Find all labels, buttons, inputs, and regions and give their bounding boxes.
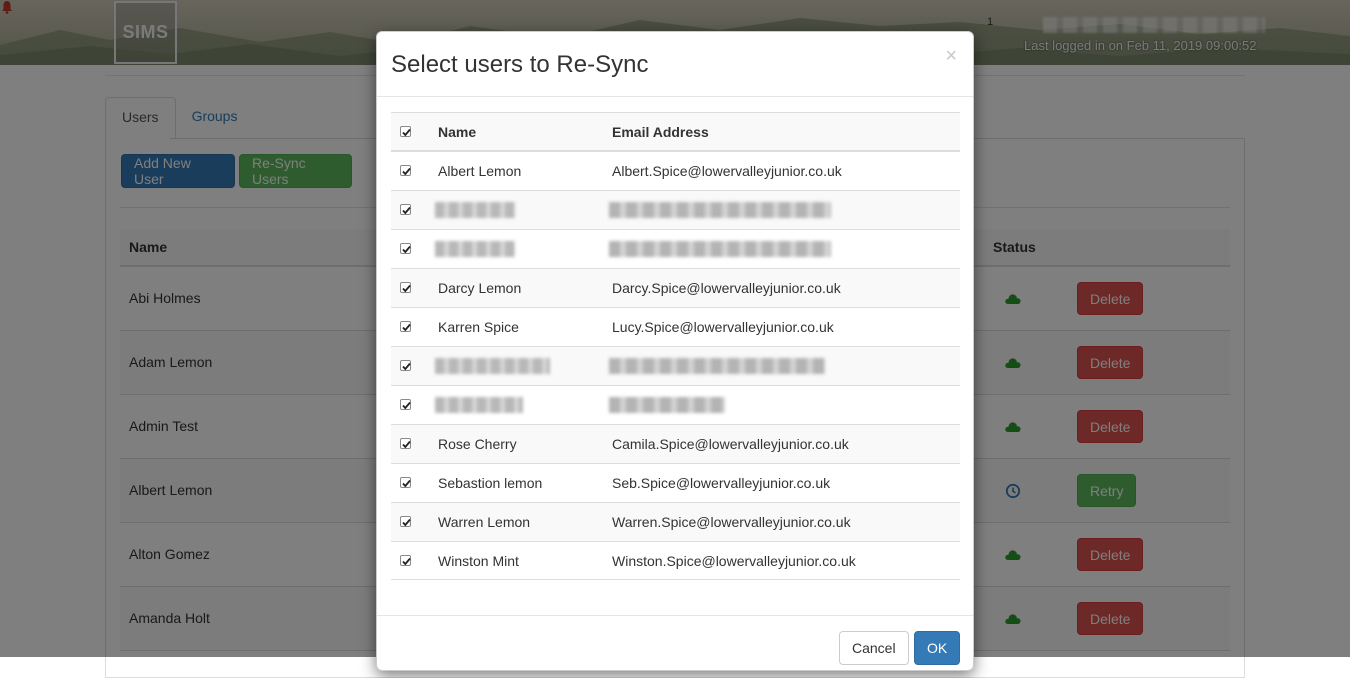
resync-table-header: Name Email Address bbox=[391, 112, 960, 151]
checkmark-icon bbox=[402, 323, 411, 332]
table-row[interactable]: Sebastion lemon Seb.Spice@lowervalleyjun… bbox=[391, 463, 960, 502]
redacted-email bbox=[609, 241, 831, 257]
row-checkbox[interactable] bbox=[400, 399, 411, 410]
checkmark-icon bbox=[402, 518, 411, 527]
modal-header: Select users to Re-Sync × bbox=[377, 32, 973, 97]
user-name: Winston Mint bbox=[438, 553, 519, 569]
checkmark-icon bbox=[402, 206, 411, 215]
redacted-name bbox=[435, 202, 515, 218]
redacted-name bbox=[435, 397, 523, 413]
row-checkbox[interactable] bbox=[400, 477, 411, 488]
checkmark-icon bbox=[402, 362, 411, 371]
resync-users-modal: Select users to Re-Sync × Name Email Add… bbox=[376, 31, 974, 671]
row-checkbox[interactable] bbox=[400, 516, 411, 527]
redacted-name bbox=[435, 358, 550, 374]
modal-title: Select users to Re-Sync bbox=[391, 51, 649, 78]
checkmark-icon bbox=[402, 440, 411, 449]
user-email: Seb.Spice@lowervalleyjunior.co.uk bbox=[612, 475, 831, 491]
close-icon[interactable]: × bbox=[945, 46, 957, 66]
checkmark-icon bbox=[402, 479, 411, 488]
row-checkbox[interactable] bbox=[400, 360, 411, 371]
user-name: Sebastion lemon bbox=[438, 475, 543, 491]
table-row[interactable]: Albert Lemon Albert.Spice@lowervalleyjun… bbox=[391, 151, 960, 190]
column-email-header: Email Address bbox=[612, 124, 709, 140]
redacted-email bbox=[609, 202, 831, 218]
table-row[interactable]: Warren Lemon Warren.Spice@lowervalleyjun… bbox=[391, 502, 960, 541]
checkmark-icon bbox=[402, 245, 411, 254]
table-row[interactable] bbox=[391, 346, 960, 385]
redacted-email bbox=[609, 397, 725, 413]
user-name: Rose Cherry bbox=[438, 436, 517, 452]
table-row[interactable]: Karren Spice Lucy.Spice@lowervalleyjunio… bbox=[391, 307, 960, 346]
cancel-button[interactable]: Cancel bbox=[839, 631, 909, 665]
row-checkbox[interactable] bbox=[400, 165, 411, 176]
user-email: Camila.Spice@lowervalleyjunior.co.uk bbox=[612, 436, 849, 452]
checkmark-icon bbox=[402, 557, 411, 566]
user-email: Warren.Spice@lowervalleyjunior.co.uk bbox=[612, 514, 851, 530]
column-name-header: Name bbox=[438, 124, 477, 140]
table-row[interactable] bbox=[391, 385, 960, 424]
row-checkbox[interactable] bbox=[400, 555, 411, 566]
table-row[interactable]: Darcy Lemon Darcy.Spice@lowervalleyjunio… bbox=[391, 268, 960, 307]
table-row[interactable] bbox=[391, 190, 960, 229]
user-email: Darcy.Spice@lowervalleyjunior.co.uk bbox=[612, 280, 841, 296]
table-row[interactable] bbox=[391, 229, 960, 268]
redacted-email bbox=[609, 358, 825, 374]
table-row[interactable]: Winston Mint Winston.Spice@lowervalleyju… bbox=[391, 541, 960, 580]
row-checkbox[interactable] bbox=[400, 282, 411, 293]
user-email: Lucy.Spice@lowervalleyjunior.co.uk bbox=[612, 319, 834, 335]
user-name: Karren Spice bbox=[438, 319, 519, 335]
modal-footer: Cancel OK bbox=[377, 615, 973, 675]
resync-users-table: Name Email Address Albert Lemon Albert.S… bbox=[391, 112, 960, 580]
ok-button[interactable]: OK bbox=[914, 631, 961, 665]
user-email: Albert.Spice@lowervalleyjunior.co.uk bbox=[612, 163, 842, 179]
user-name: Darcy Lemon bbox=[438, 280, 522, 296]
row-checkbox[interactable] bbox=[400, 321, 411, 332]
checkmark-icon bbox=[402, 167, 411, 176]
row-checkbox[interactable] bbox=[400, 438, 411, 449]
select-all-checkbox[interactable] bbox=[400, 126, 411, 137]
table-row[interactable]: Rose Cherry Camila.Spice@lowervalleyjuni… bbox=[391, 424, 960, 463]
redacted-name bbox=[435, 241, 515, 257]
row-checkbox[interactable] bbox=[400, 243, 411, 254]
checkmark-icon bbox=[402, 401, 411, 410]
user-email: Winston.Spice@lowervalleyjunior.co.uk bbox=[612, 553, 856, 569]
user-name: Warren Lemon bbox=[438, 514, 531, 530]
user-name: Albert Lemon bbox=[438, 163, 522, 179]
row-checkbox[interactable] bbox=[400, 204, 411, 215]
checkmark-icon bbox=[402, 284, 411, 293]
checkmark-icon bbox=[402, 128, 411, 137]
